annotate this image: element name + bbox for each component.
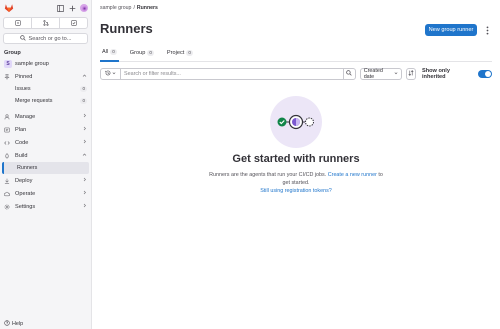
sidebar-item-code[interactable]: Code	[0, 136, 91, 149]
filtered-search	[100, 68, 356, 80]
chevron-right-icon	[82, 203, 87, 210]
gear-icon	[4, 204, 12, 210]
chevron-up-icon	[82, 73, 87, 80]
tab-count-badge: 0	[147, 50, 154, 56]
chevron-right-icon	[82, 177, 87, 184]
chevron-right-icon	[82, 126, 87, 133]
todo-icon[interactable]	[60, 18, 87, 28]
pin-icon	[4, 73, 12, 80]
search-icon	[346, 70, 352, 78]
sidebar-item-label: Merge requests	[15, 98, 53, 104]
sidebar-item-pinned[interactable]: Pinned	[0, 70, 91, 83]
sidebar-item-label: Issues	[15, 86, 31, 92]
chevron-right-icon	[82, 190, 87, 197]
empty-state-description: Runners are the agents that run your CI/…	[206, 171, 386, 195]
search-icon	[19, 34, 26, 43]
tab-label: Group	[129, 50, 146, 56]
runner-illustration	[270, 96, 322, 148]
tab-all[interactable]: All 0	[100, 44, 119, 62]
sidebar: Search or go to... Group S sample group …	[0, 0, 92, 329]
rocket-icon	[4, 152, 12, 159]
code-icon	[4, 140, 12, 146]
gitlab-logo[interactable]	[3, 3, 14, 14]
registration-tokens-link[interactable]: Still using registration tokens?	[260, 188, 332, 194]
chevron-up-icon	[82, 152, 87, 159]
group-name: sample group	[15, 61, 49, 67]
help-icon	[4, 320, 10, 328]
sidebar-toggle-icon[interactable]	[56, 4, 65, 13]
sidebar-item-label: Settings	[15, 203, 36, 210]
recent-searches-button[interactable]	[101, 69, 121, 79]
tab-label: All	[102, 49, 109, 55]
create-new-runner-link[interactable]: Create a new runner	[328, 172, 377, 178]
count-badge: 0	[80, 98, 87, 104]
sidebar-item-label: Code	[15, 139, 29, 146]
sidebar-item-label: Operate	[15, 190, 36, 197]
show-only-inherited-toggle[interactable]	[478, 70, 492, 78]
sidebar-item-label: Deploy	[15, 177, 33, 184]
merge-request-icon[interactable]	[32, 18, 60, 28]
new-group-runner-button[interactable]: New group runner	[425, 24, 477, 36]
empty-state-text: Runners are the agents that run your CI/…	[209, 172, 327, 178]
sidebar-search-button[interactable]: Search or go to...	[3, 33, 88, 44]
breadcrumb: sample group / Runners	[100, 5, 158, 11]
sidebar-item-manage[interactable]: Manage	[0, 110, 91, 123]
issues-icon[interactable]	[4, 18, 32, 28]
sidebar-item-label: Build	[15, 152, 28, 159]
tab-count-badge: 0	[186, 50, 193, 56]
group-avatar: S	[4, 60, 12, 68]
sort-icon	[408, 70, 414, 78]
sidebar-item-label: Runners	[17, 165, 38, 171]
count-badge: 0	[80, 86, 87, 92]
tab-group[interactable]: Group 0	[128, 44, 156, 62]
search-submit-button[interactable]	[342, 69, 355, 79]
chevron-down-icon	[112, 71, 116, 77]
sort-dropdown-label: Created date	[363, 68, 383, 80]
sidebar-item-operate[interactable]: Operate	[0, 187, 91, 200]
deploy-icon	[4, 178, 12, 184]
help-label: Help	[12, 321, 24, 327]
avatar[interactable]	[80, 4, 88, 12]
kebab-icon[interactable]	[483, 25, 491, 35]
search-input[interactable]	[121, 69, 343, 79]
page-title: Runners	[100, 21, 153, 36]
sidebar-group-link[interactable]: S sample group	[0, 56, 91, 70]
plus-icon[interactable]	[68, 4, 77, 13]
sidebar-item-deploy[interactable]: Deploy	[0, 174, 91, 187]
toggle-label: Show only inherited	[421, 68, 450, 80]
sidebar-item-settings[interactable]: Settings	[0, 200, 91, 213]
sidebar-item-plan[interactable]: Plan	[0, 123, 91, 136]
filter-bar: Created date Show only inherited	[100, 67, 492, 81]
sidebar-item-runners[interactable]: Runners	[2, 162, 89, 174]
help-button[interactable]: Help	[4, 320, 23, 328]
chevron-down-icon	[394, 71, 398, 77]
sidebar-top-bar	[0, 0, 91, 16]
breadcrumb-separator: /	[133, 5, 135, 11]
sidebar-item-issues[interactable]: Issues 0	[0, 83, 91, 95]
manage-icon	[4, 113, 12, 120]
tab-project[interactable]: Project 0	[165, 44, 195, 62]
sidebar-item-label: Pinned	[15, 73, 33, 80]
sidebar-item-build[interactable]: Build	[0, 149, 91, 162]
sidebar-item-label: Manage	[15, 113, 36, 120]
sidebar-item-merge-requests[interactable]: Merge requests 0	[0, 95, 91, 107]
breadcrumb-current[interactable]: Runners	[137, 5, 158, 11]
empty-state-title: Get started with runners	[232, 153, 360, 165]
sidebar-shortcuts	[3, 17, 88, 29]
sort-dropdown[interactable]: Created date	[359, 68, 403, 80]
plan-icon	[4, 127, 12, 133]
main-content: sample group / Runners Runners New group…	[92, 0, 500, 329]
sidebar-item-label: Plan	[15, 126, 27, 133]
tab-count-badge: 0	[110, 49, 117, 55]
chevron-right-icon	[82, 139, 87, 146]
breadcrumb-group-link[interactable]: sample group	[100, 5, 131, 11]
tab-label: Project	[166, 50, 185, 56]
runner-type-tabs: All 0 Group 0 Project 0	[100, 44, 492, 62]
chevron-right-icon	[82, 113, 87, 120]
cloud-icon	[4, 191, 12, 197]
empty-state: Get started with runners Runners are the…	[92, 96, 500, 195]
history-icon	[105, 70, 111, 78]
sort-direction-button[interactable]	[406, 68, 416, 80]
sidebar-search-label: Search or go to...	[28, 35, 72, 42]
